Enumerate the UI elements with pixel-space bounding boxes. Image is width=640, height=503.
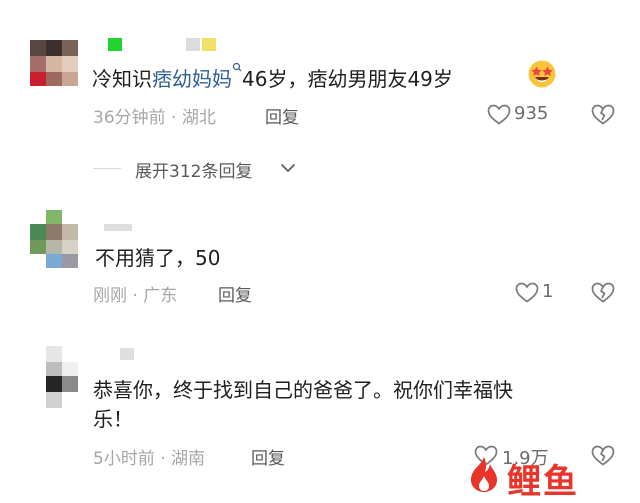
comment-text: 冷知识痞幼妈妈 46岁，痞幼男朋友49岁 (92, 62, 453, 92)
comment-text: 不用猜了，50 (95, 246, 221, 270)
comment-text-suffix: 46岁，痞幼男朋友49岁 (242, 67, 453, 91)
mention-link[interactable]: 痞幼妈妈 (152, 67, 232, 91)
reply-button[interactable]: 回复 (218, 281, 252, 306)
like-count: 935 (514, 103, 549, 124)
comment-text-line1: 恭喜你，终于找到自己的爸爸了。祝你们幸福快 (93, 378, 513, 402)
mention-search-icon (232, 62, 242, 72)
fire-logo-icon (463, 454, 505, 494)
comment-text-prefix: 冷知识 (92, 67, 152, 91)
watermark-logo: 鲤鱼 (463, 452, 633, 502)
watermark-text: 鲤鱼 (507, 462, 579, 502)
dislike-broken-heart-icon[interactable] (591, 104, 615, 125)
reply-button[interactable]: 回复 (251, 444, 285, 469)
username[interactable] (120, 348, 140, 362)
divider (93, 168, 121, 169)
star-struck-emoji-icon (527, 59, 557, 89)
chevron-down-icon[interactable] (280, 161, 296, 175)
like-count: 1 (542, 281, 554, 302)
dislike-broken-heart-icon[interactable] (591, 282, 615, 303)
comment-meta: 刚刚 · 广东 (93, 286, 178, 306)
comment-meta: 36分钟前 · 湖北 (93, 108, 216, 128)
avatar[interactable] (30, 210, 78, 268)
comment-text-line2: 乐！ (93, 407, 133, 431)
avatar[interactable] (30, 346, 78, 408)
comment-meta: 5小时前 · 湖南 (93, 449, 206, 469)
expand-replies-label[interactable]: 展开312条回复 (135, 157, 252, 182)
username[interactable] (106, 38, 218, 52)
like-heart-icon[interactable] (487, 104, 511, 125)
avatar[interactable] (30, 40, 78, 86)
username[interactable] (104, 224, 134, 234)
reply-button[interactable]: 回复 (265, 103, 299, 128)
like-heart-icon[interactable] (515, 282, 539, 303)
